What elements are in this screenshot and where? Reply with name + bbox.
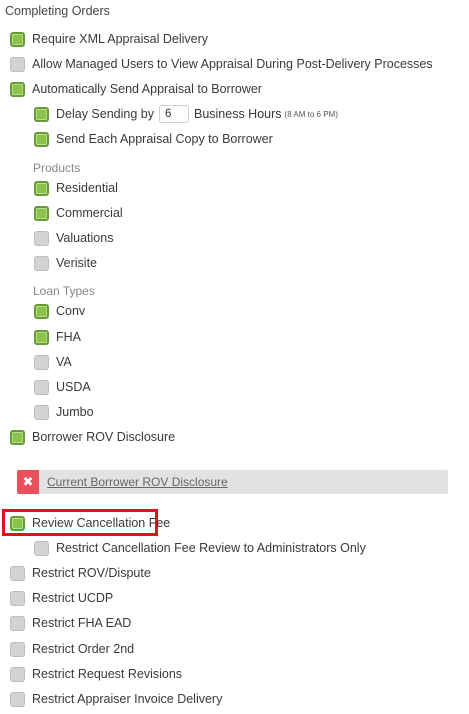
product-label: Commercial [56,206,123,220]
send-each-copy-label: Send Each Appraisal Copy to Borrower [56,132,273,146]
product-item[interactable]: Commercial [34,203,123,223]
restrict-request-revisions-checkbox[interactable] [10,666,25,682]
loan-type-item[interactable]: USDA [34,377,91,397]
loan-type-item[interactable]: FHA [34,327,81,347]
product-commercial-checkbox[interactable] [34,205,49,221]
auto-send-checkbox[interactable] [10,81,25,97]
loan-type-label: USDA [56,380,91,394]
product-verisite-checkbox[interactable] [34,255,49,271]
delay-sending-checkbox[interactable] [34,106,49,122]
loan-va-checkbox[interactable] [34,354,49,370]
restrict-order-2nd-checkbox[interactable] [10,641,25,657]
loan-type-item[interactable]: VA [34,352,72,372]
section-title: Completing Orders [5,4,110,18]
loan-jumbo-checkbox[interactable] [34,404,49,420]
restrict-invoice-delivery-checkbox[interactable] [10,691,25,707]
product-label: Residential [56,181,118,195]
product-item[interactable]: Verisite [34,253,97,273]
loan-usda-checkbox[interactable] [34,379,49,395]
review-cancellation-fee-option[interactable]: Review Cancellation Fee [10,513,170,533]
allow-managed-users-option[interactable]: Allow Managed Users to View Appraisal Du… [10,54,433,74]
restrict-fha-ead-checkbox[interactable] [10,615,25,631]
restrict-fha-ead-label: Restrict FHA EAD [32,616,132,630]
restrict-order-2nd-option[interactable]: Restrict Order 2nd [10,639,134,659]
borrower-rov-option[interactable]: Borrower ROV Disclosure [10,427,175,447]
restrict-cancellation-admin-label: Restrict Cancellation Fee Review to Admi… [56,541,366,555]
review-cancellation-fee-label: Review Cancellation Fee [32,516,171,530]
product-label: Verisite [56,256,97,270]
send-each-copy-option[interactable]: Send Each Appraisal Copy to Borrower [34,129,273,149]
product-item[interactable]: Valuations [34,228,113,248]
delay-sending-label: Delay Sending by [56,107,154,121]
restrict-cancellation-admin-checkbox[interactable] [34,540,49,556]
restrict-cancellation-admin-option[interactable]: Restrict Cancellation Fee Review to Admi… [34,538,366,558]
restrict-rov-label: Restrict ROV/Dispute [32,566,151,580]
restrict-ucdp-option[interactable]: Restrict UCDP [10,588,113,608]
auto-send-option[interactable]: Automatically Send Appraisal to Borrower [10,79,262,99]
borrower-rov-checkbox[interactable] [10,429,25,445]
restrict-invoice-delivery-option[interactable]: Restrict Appraiser Invoice Delivery [10,689,222,709]
rov-document-bar: ✖ Current Borrower ROV Disclosure [17,470,448,494]
send-each-copy-checkbox[interactable] [34,131,49,147]
loan-types-heading: Loan Types [33,284,95,298]
allow-managed-users-label: Allow Managed Users to View Appraisal Du… [32,57,433,71]
auto-send-label: Automatically Send Appraisal to Borrower [32,82,262,96]
loan-type-label: FHA [56,330,81,344]
restrict-ucdp-label: Restrict UCDP [32,591,114,605]
require-xml-checkbox[interactable] [10,31,25,47]
review-cancellation-fee-checkbox[interactable] [10,515,25,531]
business-hours-label: Business Hours [193,107,282,121]
loan-type-label: Jumbo [56,405,94,419]
allow-managed-users-checkbox[interactable] [10,56,25,72]
loan-type-item[interactable]: Conv [34,301,85,321]
require-xml-label: Require XML Appraisal Delivery [32,32,209,46]
restrict-rov-checkbox[interactable] [10,565,25,581]
loan-conv-checkbox[interactable] [34,303,49,319]
close-icon[interactable]: ✖ [17,470,39,494]
business-hours-note: (8 AM to 6 PM) [284,109,338,119]
borrower-rov-label: Borrower ROV Disclosure [32,430,176,444]
loan-fha-checkbox[interactable] [34,329,49,345]
product-item[interactable]: Residential [34,178,118,198]
restrict-ucdp-checkbox[interactable] [10,590,25,606]
restrict-fha-ead-option[interactable]: Restrict FHA EAD [10,613,131,633]
product-residential-checkbox[interactable] [34,180,49,196]
delay-sending-option[interactable]: Delay Sending by Business Hours (8 AM to… [34,104,338,124]
loan-type-label: VA [56,355,72,369]
product-valuations-checkbox[interactable] [34,230,49,246]
rov-document-link[interactable]: Current Borrower ROV Disclosure [47,475,228,489]
products-heading: Products [33,161,81,175]
restrict-request-revisions-option[interactable]: Restrict Request Revisions [10,664,182,684]
restrict-invoice-delivery-label: Restrict Appraiser Invoice Delivery [32,692,223,706]
loan-type-label: Conv [56,304,86,318]
product-label: Valuations [56,231,114,245]
loan-type-item[interactable]: Jumbo [34,402,94,422]
delay-hours-input[interactable] [158,105,189,123]
restrict-request-revisions-label: Restrict Request Revisions [32,667,183,681]
require-xml-option[interactable]: Require XML Appraisal Delivery [10,29,208,49]
restrict-rov-option[interactable]: Restrict ROV/Dispute [10,563,151,583]
restrict-order-2nd-label: Restrict Order 2nd [32,642,135,656]
